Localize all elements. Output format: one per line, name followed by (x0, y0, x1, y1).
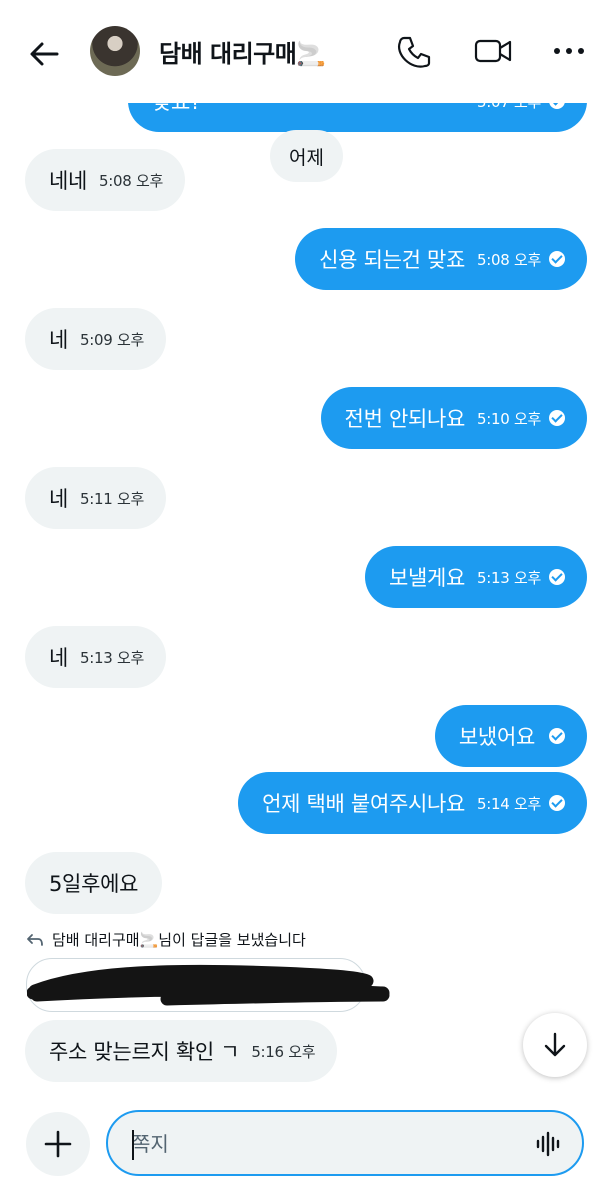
message-bubble-outgoing[interactable]: 신용 되는건 맞죠 5:08 오후 (295, 228, 587, 290)
reply-notice-text: 님이 답글을 보냈습니다 (158, 931, 306, 949)
more-icon[interactable] (551, 33, 587, 69)
read-check-icon (549, 251, 565, 267)
message-text: 보낼게요 (388, 566, 466, 590)
reply-notice-name: 담배 대리구매 (52, 931, 140, 949)
message-time: 5:16 오후 (251, 1042, 316, 1061)
add-media-button[interactable] (26, 1112, 90, 1176)
message-text: 네 (49, 487, 69, 511)
read-check-icon (549, 728, 565, 744)
message-text: 주소 맞는르지 확인 ㄱ (49, 1040, 240, 1064)
message-text: 네 (49, 328, 69, 352)
message-text: 보냈어요 (458, 725, 535, 749)
cigarette-emoji: 🚬 (139, 930, 159, 949)
conversation-title-text: 담배 대리구매 (159, 40, 297, 68)
read-check-icon (549, 795, 565, 811)
message-text: 신용 되는건 맞죠 (319, 248, 466, 272)
message-bubble-outgoing[interactable]: 보낼게요 5:13 오후 (364, 546, 587, 608)
message-bubble-incoming[interactable]: 네 5:09 오후 (25, 308, 166, 370)
plus-icon (44, 1130, 72, 1158)
message-time: 5:13 오후 (477, 568, 541, 587)
message-time: 5:11 오후 (80, 489, 144, 508)
conversation-header: 담배 대리구매🚬 (0, 0, 613, 103)
message-time: 5:10 오후 (477, 409, 541, 428)
voice-waveform-icon[interactable] (536, 1130, 562, 1158)
quoted-message[interactable] (26, 958, 390, 1012)
day-separator: 어제 (270, 130, 343, 182)
arrow-down-icon (544, 1032, 566, 1057)
avatar[interactable] (90, 26, 140, 76)
reply-arrow-icon (27, 933, 43, 946)
video-call-icon[interactable] (473, 33, 513, 69)
message-text: 5일후에요 (49, 872, 139, 896)
message-time: 5:13 오후 (80, 648, 144, 667)
message-input[interactable] (130, 1124, 514, 1164)
message-text: 언제 택배 붙여주시나요 (262, 792, 466, 816)
message-bubble-incoming[interactable]: 5일후에요 (25, 852, 163, 914)
message-bubble-incoming[interactable]: 네 5:13 오후 (25, 626, 166, 688)
read-check-icon (549, 569, 565, 585)
message-time: 5:09 오후 (80, 330, 144, 349)
message-text: 전번 안되나요 (344, 407, 466, 431)
message-time: 5:08 오후 (477, 250, 541, 269)
phone-icon[interactable] (396, 33, 432, 69)
message-composer[interactable] (106, 1110, 584, 1176)
message-text: 네 (49, 646, 69, 670)
message-bubble-outgoing[interactable]: 전번 안되나요 5:10 오후 (320, 387, 587, 449)
text-caret (132, 1130, 134, 1160)
message-bubble-outgoing[interactable]: 언제 택배 붙여주시나요 5:14 오후 (238, 772, 587, 834)
message-time: 5:08 오후 (99, 171, 163, 190)
reply-notice: 담배 대리구매 🚬 님이 답글을 보냈습니다 (26, 929, 306, 950)
conversation-title[interactable]: 담배 대리구매🚬 (159, 34, 326, 69)
message-time: 5:14 오후 (477, 794, 541, 813)
redaction-scribble (27, 964, 390, 1006)
scroll-to-bottom-button[interactable] (523, 1013, 587, 1077)
message-bubble-incoming[interactable]: 주소 맞는르지 확인 ㄱ 5:16 오후 (25, 1020, 338, 1082)
read-check-icon (549, 410, 565, 426)
back-arrow-icon[interactable] (26, 36, 62, 72)
message-bubble-incoming[interactable]: 네 5:11 오후 (25, 467, 166, 529)
cigarette-emoji: 🚬 (296, 40, 326, 68)
message-bubble-incoming[interactable]: 네네 5:08 오후 (25, 149, 185, 211)
message-text: 네네 (49, 169, 88, 193)
message-bubble-outgoing[interactable]: 보냈어요 (434, 705, 587, 767)
